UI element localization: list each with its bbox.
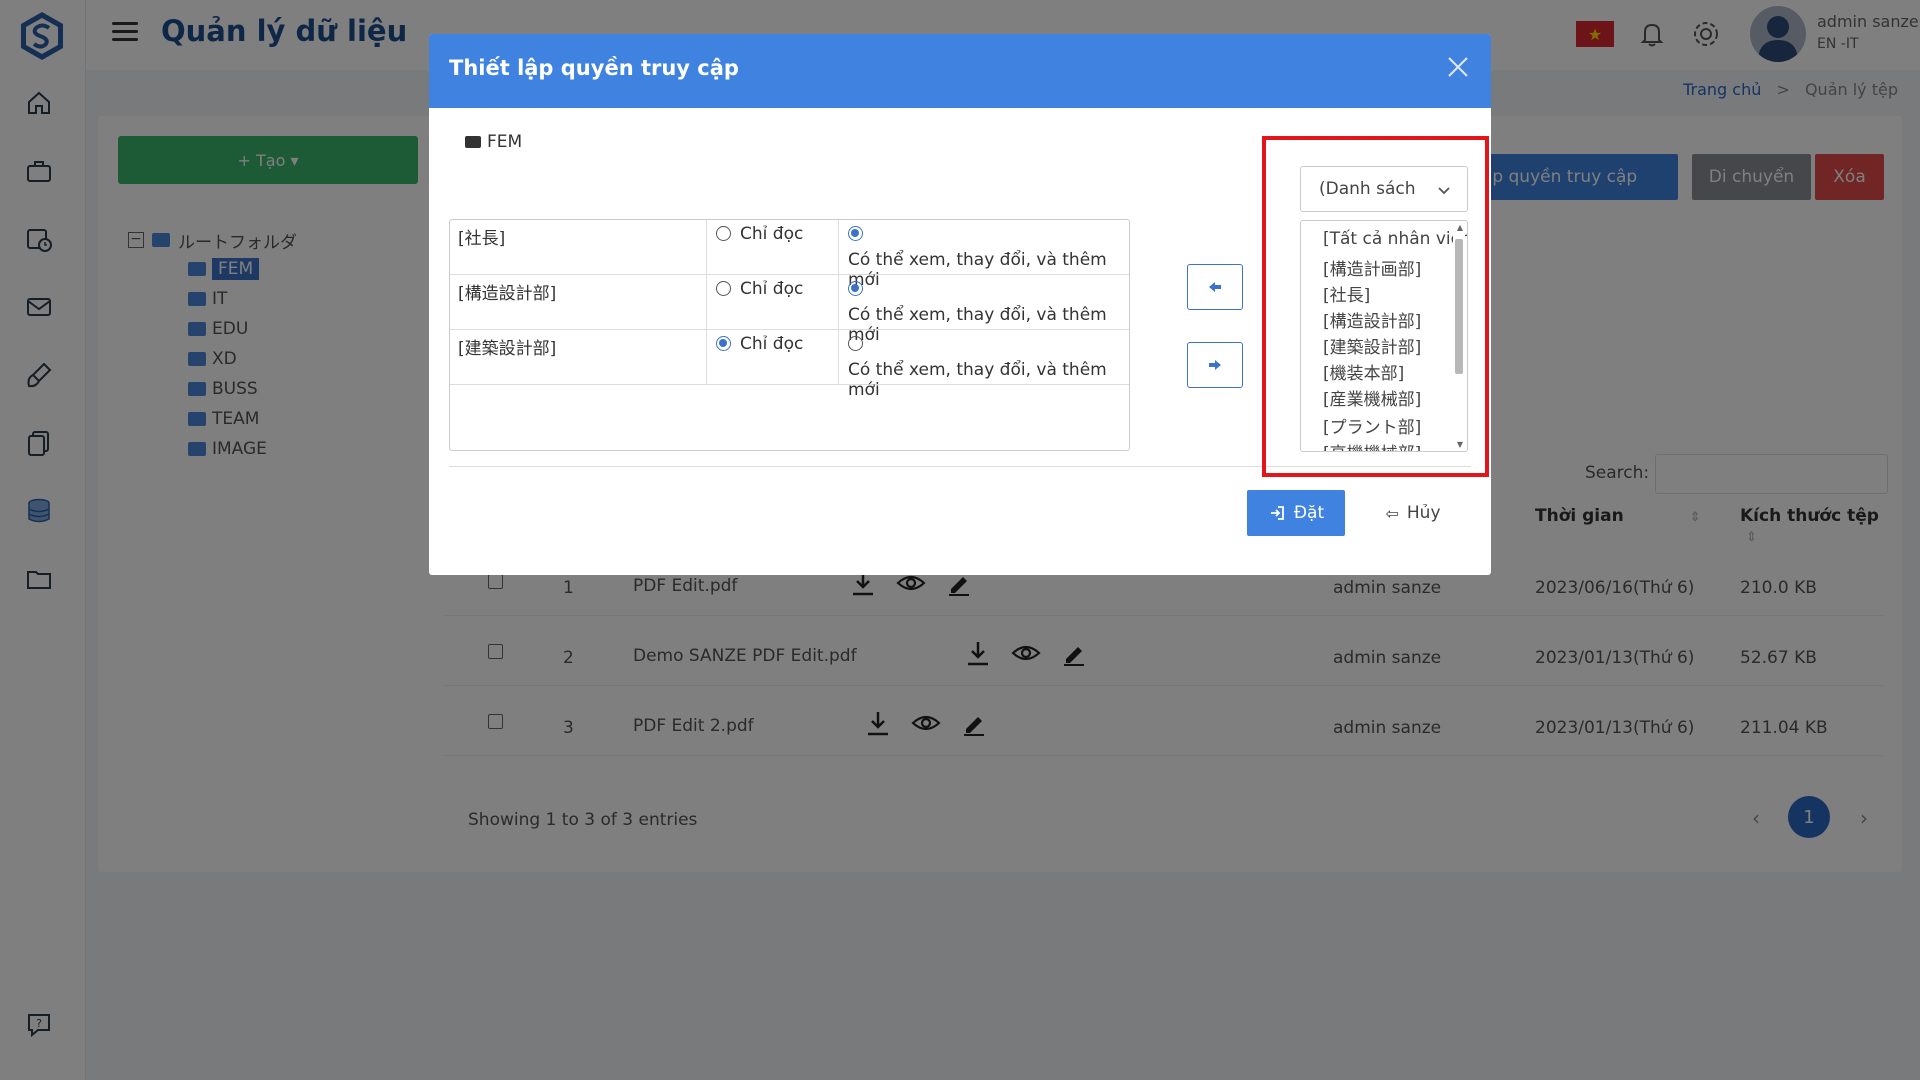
- permission-table: [社長] Chỉ đọc Có thể xem, thay đổi, và th…: [449, 219, 1130, 451]
- read-only-radio[interactable]: [716, 226, 731, 241]
- move-right-button[interactable]: [1187, 342, 1243, 388]
- full-access-radio[interactable]: [848, 336, 863, 351]
- group-name: [構造設計部]: [458, 284, 557, 304]
- folder-name: FEM: [487, 132, 523, 152]
- full-access-radio[interactable]: [848, 226, 863, 241]
- full-access-radio[interactable]: [848, 281, 863, 296]
- read-only-radio[interactable]: [716, 281, 731, 296]
- arrow-left-icon: [1209, 282, 1221, 292]
- cancel-button-label: Hủy: [1406, 503, 1441, 523]
- arrow-right-icon: [1209, 360, 1221, 370]
- modal-folder-label: FEM: [465, 132, 522, 152]
- cancel-button[interactable]: ⇦ Hủy: [1363, 490, 1463, 536]
- permission-row: [構造設計部] Chỉ đọc Có thể xem, thay đổi, và…: [450, 275, 1129, 345]
- permission-row: [社長] Chỉ đọc Có thể xem, thay đổi, và th…: [450, 220, 1129, 290]
- reply-arrow-icon: ⇦: [1385, 503, 1399, 523]
- read-only-label: Chỉ đọc: [740, 279, 804, 299]
- read-only-radio[interactable]: [716, 336, 731, 351]
- login-arrow-icon: [1270, 506, 1284, 520]
- modal-title: Thiết lập quyền truy cập: [449, 56, 739, 80]
- set-button-label: Đặt: [1293, 503, 1325, 523]
- close-icon[interactable]: [1443, 52, 1473, 82]
- highlight-annotation: [1262, 136, 1489, 477]
- read-only-label: Chỉ đọc: [740, 224, 804, 244]
- full-access-label: Có thể xem, thay đổi, và thêm mới: [848, 360, 1107, 400]
- folder-icon: [465, 136, 481, 148]
- group-name: [社長]: [458, 229, 506, 249]
- move-left-button[interactable]: [1187, 264, 1243, 310]
- set-button[interactable]: Đặt: [1247, 490, 1345, 536]
- read-only-label: Chỉ đọc: [740, 334, 804, 354]
- permission-row: [建築設計部] Chỉ đọc Có thể xem, thay đổi, và…: [450, 330, 1129, 400]
- group-name: [建築設計部]: [458, 339, 557, 359]
- modal-header: Thiết lập quyền truy cập: [429, 34, 1491, 108]
